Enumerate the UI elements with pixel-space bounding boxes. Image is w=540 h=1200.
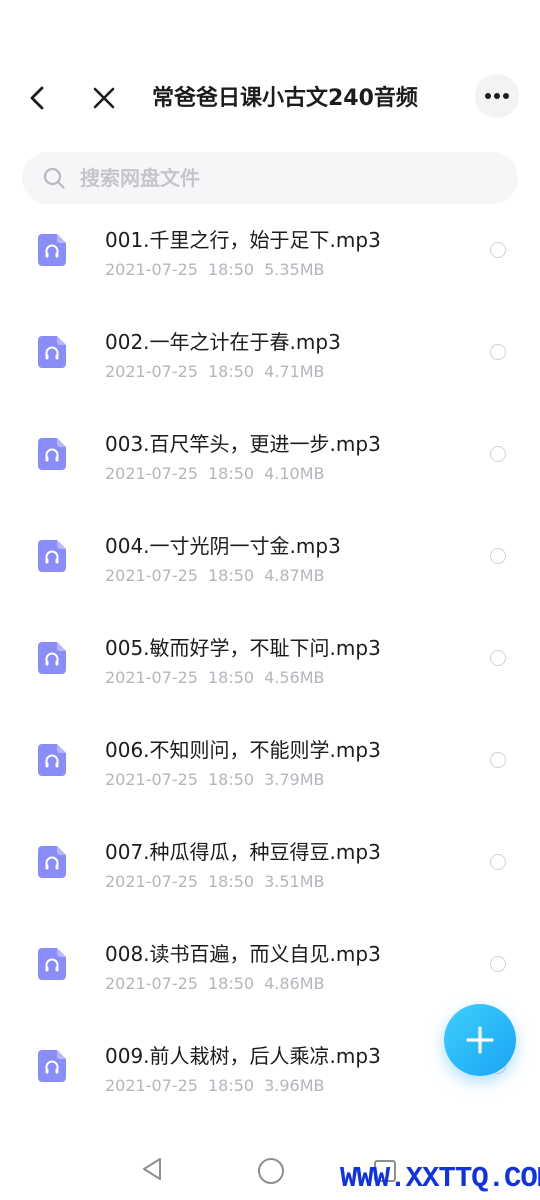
file-size: 5.35MB xyxy=(264,260,325,279)
header: 常爸爸日课小古文240音频 xyxy=(0,66,540,130)
file-meta: 2021-07-25 18:50 4.10MB xyxy=(105,464,335,483)
file-name: 007.种瓜得瓜，种豆得豆.mp3 xyxy=(105,840,381,864)
file-meta: 2021-07-25 18:50 4.86MB xyxy=(105,974,335,993)
file-name: 004.一寸光阴一寸金.mp3 xyxy=(105,534,341,558)
watermark: WWW.XXTTQ.COM xyxy=(340,1162,540,1195)
search-input[interactable] xyxy=(80,152,480,204)
file-meta: 2021-07-25 18:50 3.79MB xyxy=(105,770,335,789)
file-row[interactable]: 004.一寸光阴一寸金.mp3 2021-07-25 18:50 4.87MB xyxy=(0,516,540,618)
file-name: 003.百尺竿头，更进一步.mp3 xyxy=(105,432,381,456)
file-meta: 2021-07-25 18:50 3.96MB xyxy=(105,1076,335,1095)
search-bar[interactable] xyxy=(22,152,518,204)
file-name: 005.敏而好学，不耻下问.mp3 xyxy=(105,636,381,660)
file-time: 18:50 xyxy=(207,974,255,993)
file-meta: 2021-07-25 18:50 5.35MB xyxy=(105,260,335,279)
audio-file-icon xyxy=(38,846,66,878)
file-time: 18:50 xyxy=(207,872,255,891)
file-meta: 2021-07-25 18:50 4.56MB xyxy=(105,668,335,687)
file-name: 002.一年之计在于春.mp3 xyxy=(105,330,341,354)
more-button[interactable] xyxy=(475,74,519,118)
select-radio[interactable] xyxy=(490,854,506,870)
file-date: 2021-07-25 xyxy=(105,260,198,279)
audio-file-icon xyxy=(38,234,66,266)
file-row[interactable]: 007.种瓜得瓜，种豆得豆.mp3 2021-07-25 18:50 3.51MB xyxy=(0,822,540,924)
close-icon xyxy=(93,87,115,109)
file-list: 001.千里之行，始于足下.mp3 2021-07-25 18:50 5.35MB … xyxy=(0,210,540,1130)
audio-file-icon xyxy=(38,438,66,470)
file-size: 4.71MB xyxy=(264,362,325,381)
file-size: 4.86MB xyxy=(264,974,325,993)
chevron-left-icon xyxy=(30,86,44,110)
back-button[interactable] xyxy=(18,78,58,118)
file-time: 18:50 xyxy=(207,566,255,585)
file-name: 006.不知则问，不能则学.mp3 xyxy=(105,738,381,762)
file-name: 009.前人栽树，后人乘凉.mp3 xyxy=(105,1044,381,1068)
file-time: 18:50 xyxy=(207,362,255,381)
select-radio[interactable] xyxy=(490,956,506,972)
nav-back-icon[interactable] xyxy=(140,1156,166,1182)
select-radio[interactable] xyxy=(490,548,506,564)
select-radio[interactable] xyxy=(490,446,506,462)
search-icon xyxy=(43,167,65,189)
file-time: 18:50 xyxy=(207,770,255,789)
file-date: 2021-07-25 xyxy=(105,668,198,687)
file-size: 4.10MB xyxy=(264,464,325,483)
close-button[interactable] xyxy=(84,78,124,118)
file-meta: 2021-07-25 18:50 4.87MB xyxy=(105,566,335,585)
file-size: 4.56MB xyxy=(264,668,325,687)
select-radio[interactable] xyxy=(490,242,506,258)
select-radio[interactable] xyxy=(490,650,506,666)
audio-file-icon xyxy=(38,540,66,572)
file-date: 2021-07-25 xyxy=(105,566,198,585)
plus-icon xyxy=(466,1026,494,1054)
file-time: 18:50 xyxy=(207,260,255,279)
status-bar xyxy=(0,0,540,66)
file-date: 2021-07-25 xyxy=(105,362,198,381)
file-name: 008.读书百遍，而义自见.mp3 xyxy=(105,942,381,966)
file-meta: 2021-07-25 18:50 3.51MB xyxy=(105,872,335,891)
file-row[interactable]: 005.敏而好学，不耻下问.mp3 2021-07-25 18:50 4.56MB xyxy=(0,618,540,720)
file-row[interactable]: 001.千里之行，始于足下.mp3 2021-07-25 18:50 5.35MB xyxy=(0,210,540,312)
file-size: 3.96MB xyxy=(264,1076,325,1095)
file-date: 2021-07-25 xyxy=(105,464,198,483)
file-meta: 2021-07-25 18:50 4.71MB xyxy=(105,362,335,381)
more-horizontal-icon xyxy=(485,93,509,99)
file-name: 001.千里之行，始于足下.mp3 xyxy=(105,228,381,252)
page-title: 常爸爸日课小古文240音频 xyxy=(152,86,418,111)
file-size: 4.87MB xyxy=(264,566,325,585)
select-radio[interactable] xyxy=(490,752,506,768)
file-row[interactable]: 002.一年之计在于春.mp3 2021-07-25 18:50 4.71MB xyxy=(0,312,540,414)
file-date: 2021-07-25 xyxy=(105,1076,198,1095)
file-size: 3.51MB xyxy=(264,872,325,891)
file-time: 18:50 xyxy=(207,464,255,483)
file-date: 2021-07-25 xyxy=(105,974,198,993)
add-button[interactable] xyxy=(444,1004,516,1076)
audio-file-icon xyxy=(38,948,66,980)
audio-file-icon xyxy=(38,336,66,368)
file-date: 2021-07-25 xyxy=(105,872,198,891)
audio-file-icon xyxy=(38,744,66,776)
file-row[interactable]: 003.百尺竿头，更进一步.mp3 2021-07-25 18:50 4.10MB xyxy=(0,414,540,516)
file-row[interactable]: 006.不知则问，不能则学.mp3 2021-07-25 18:50 3.79MB xyxy=(0,720,540,822)
file-size: 3.79MB xyxy=(264,770,325,789)
select-radio[interactable] xyxy=(490,344,506,360)
nav-home-icon[interactable] xyxy=(258,1158,284,1184)
file-time: 18:50 xyxy=(207,1076,255,1095)
file-time: 18:50 xyxy=(207,668,255,687)
file-date: 2021-07-25 xyxy=(105,770,198,789)
audio-file-icon xyxy=(38,1050,66,1082)
audio-file-icon xyxy=(38,642,66,674)
